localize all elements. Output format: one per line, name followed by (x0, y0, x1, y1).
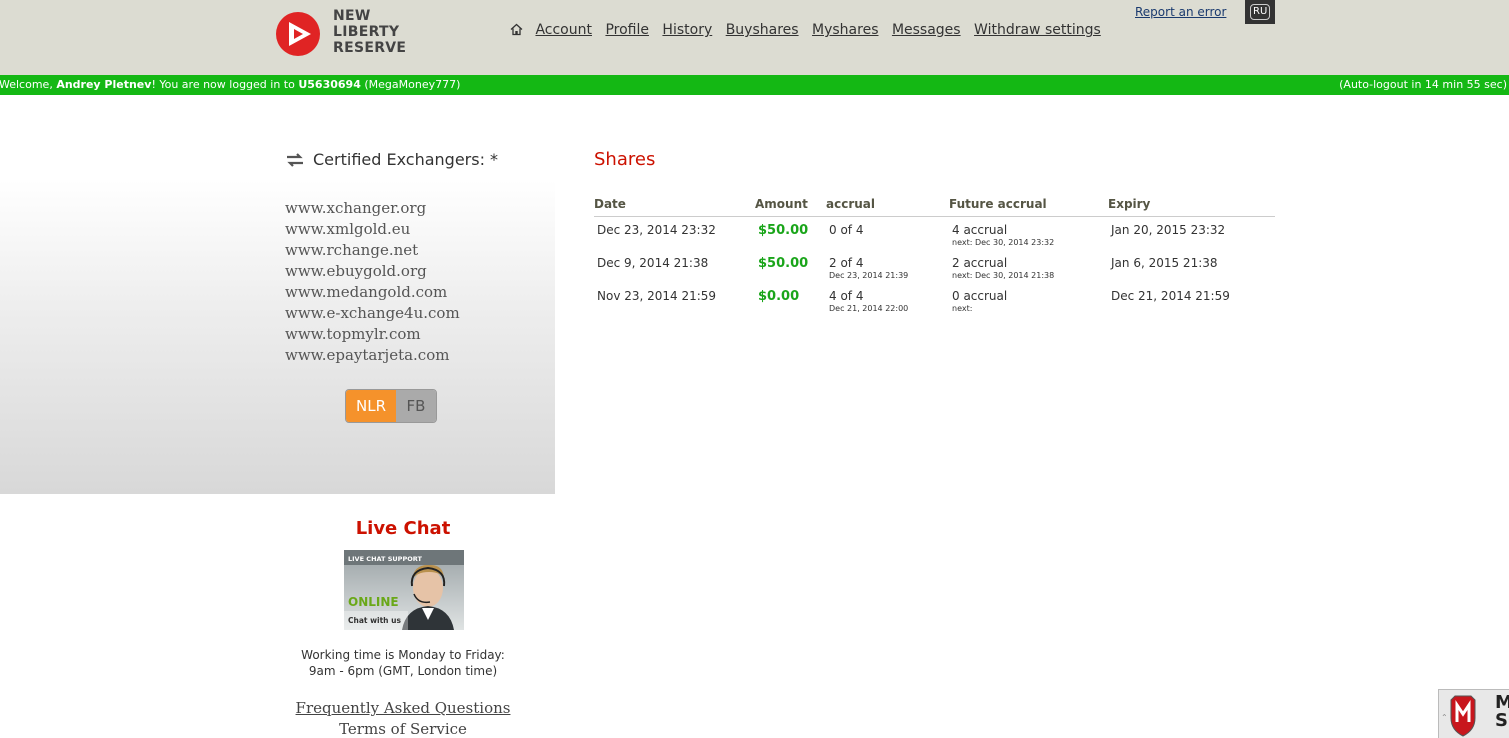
shares-table: Date Amount accrual Future accrual Expir… (594, 194, 1275, 316)
report-error-link[interactable]: Report an error (1135, 5, 1226, 19)
exchange-arrows-icon (285, 152, 305, 172)
cell-accrual: 4 of 4 Dec 21, 2014 22:00 (826, 283, 949, 316)
exchangers-panel (0, 180, 555, 494)
shares-title: Shares (594, 149, 656, 170)
col-amount: Amount (755, 194, 826, 217)
auto-logout-timer: (Auto-logout in 14 min 55 sec) (1339, 78, 1507, 91)
cell-expiry: Jan 6, 2015 21:38 (1111, 256, 1218, 270)
status-bar: Welcome, Andrey Pletnev! You are now log… (0, 75, 1509, 95)
exchanger-link[interactable]: www.xchanger.org (285, 198, 460, 219)
shield-icon: ⌃ (1441, 695, 1476, 737)
welcome-message: Welcome, Andrey Pletnev! You are now log… (0, 75, 460, 95)
user-name: Andrey Pletnev (56, 78, 152, 91)
cell-date: Nov 23, 2014 21:59 (597, 289, 717, 303)
badge-letters: MSE (1495, 692, 1509, 731)
chat-banner-top-text: LIVE CHAT SUPPORT (348, 555, 422, 563)
logo-text: NEW LIBERTY RESERVE (333, 8, 406, 56)
cell-expiry: Dec 21, 2014 21:59 (1111, 289, 1230, 303)
main-nav: Account Profile History Buyshares Myshar… (510, 22, 1110, 40)
chat-banner-bottom-text: Chat with us (348, 616, 401, 625)
language-switch[interactable]: RU (1245, 0, 1275, 24)
home-icon[interactable] (510, 23, 523, 40)
table-row: Nov 23, 2014 21:59 $0.00 4 of 4 Dec 21, 2… (594, 283, 1275, 316)
faq-container: Frequently Asked Questions (0, 699, 806, 717)
logo-line-2: LIBERTY (333, 24, 400, 40)
future-accrual-value: 4 accrual (952, 223, 1008, 237)
cell-future-accrual: 4 accrual next: Dec 30, 2014 23:32 (949, 217, 1108, 251)
table-row: Dec 23, 2014 23:32 $50.00 0 of 4 4 accru… (594, 217, 1275, 251)
terms-of-service-link[interactable]: Terms of Service (0, 720, 806, 738)
cell-future-accrual: 2 accrual next: Dec 30, 2014 21:38 (949, 250, 1108, 283)
working-time: Working time is Monday to Friday: 9am - … (0, 647, 806, 679)
nav-history[interactable]: History (662, 22, 712, 38)
exchanger-link[interactable]: www.topmylr.com (285, 324, 460, 345)
logo-line-3: RESERVE (333, 40, 407, 56)
exchanger-link[interactable]: www.rchange.net (285, 240, 460, 261)
cell-date: Dec 23, 2014 23:32 (597, 223, 716, 237)
future-accrual-next: next: Dec 30, 2014 21:38 (952, 271, 1055, 280)
future-accrual-next: next: (952, 304, 973, 313)
working-time-line-1: Working time is Monday to Friday: (301, 648, 505, 662)
exchanger-link[interactable]: www.xmlgold.eu (285, 219, 460, 240)
toggle-nlr-button[interactable]: NLR (346, 390, 396, 422)
nav-profile[interactable]: Profile (605, 22, 649, 38)
exchanger-link[interactable]: www.epaytarjeta.com (285, 345, 460, 366)
nav-buyshares[interactable]: Buyshares (726, 22, 799, 38)
certified-exchangers-title: Certified Exchangers: * (313, 150, 499, 169)
exchanger-link[interactable]: www.medangold.com (285, 282, 460, 303)
nav-account[interactable]: Account (535, 22, 592, 38)
col-date: Date (594, 194, 755, 217)
logo-icon (276, 12, 320, 56)
cell-expiry: Jan 20, 2015 23:32 (1111, 223, 1226, 237)
col-accrual: accrual (826, 194, 949, 217)
language-label: RU (1250, 4, 1271, 20)
exchanger-link[interactable]: www.e-xchange4u.com (285, 303, 460, 324)
account-alias: (MegaMoney777) (360, 78, 461, 91)
header: NEW LIBERTY RESERVE Account Profile Hist… (0, 0, 1509, 75)
future-accrual-next: next: Dec 30, 2014 23:32 (952, 238, 1055, 247)
live-chat-title: Live Chat (355, 518, 451, 539)
cell-amount: $0.00 (758, 289, 800, 304)
nav-withdraw-settings[interactable]: Withdraw settings (974, 22, 1101, 38)
exchanger-link[interactable]: www.ebuygold.org (285, 261, 460, 282)
future-accrual-value: 0 accrual (952, 289, 1008, 303)
logo[interactable]: NEW LIBERTY RESERVE (275, 8, 406, 60)
working-time-line-2: 9am - 6pm (GMT, London time) (308, 664, 498, 678)
security-badge[interactable]: ⌃ MSE (1438, 689, 1509, 738)
table-row: Dec 9, 2014 21:38 $50.00 2 of 4 Dec 23, 2… (594, 250, 1275, 283)
logo-line-1: NEW (333, 8, 371, 24)
svg-text:⌃: ⌃ (1441, 713, 1448, 722)
welcome-prefix: Welcome, (0, 78, 57, 91)
future-accrual-value: 2 accrual (952, 256, 1008, 270)
cell-accrual: 0 of 4 (826, 217, 949, 251)
account-id: U5630694 (298, 78, 361, 91)
toggle-fb-button[interactable]: FB (396, 390, 436, 422)
currency-toggle: NLR FB (345, 389, 437, 423)
certified-exchangers-heading: Certified Exchangers: * (285, 150, 498, 172)
accrual-date: Dec 23, 2014 21:39 (829, 271, 909, 280)
col-expiry: Expiry (1108, 194, 1275, 217)
exchangers-list: www.xchanger.org www.xmlgold.eu www.rcha… (285, 198, 460, 366)
nav-messages[interactable]: Messages (892, 22, 961, 38)
chat-banner-online-text: ONLINE (348, 595, 399, 609)
cell-accrual: 2 of 4 Dec 23, 2014 21:39 (826, 250, 949, 283)
live-chat-banner[interactable]: LIVE CHAT SUPPORT ONLINE Chat with us (344, 550, 464, 630)
table-header-row: Date Amount accrual Future accrual Expir… (594, 194, 1275, 217)
faq-link[interactable]: Frequently Asked Questions (296, 699, 511, 717)
cell-amount: $50.00 (758, 223, 809, 238)
cell-future-accrual: 0 accrual next: (949, 283, 1108, 316)
accrual-value: 2 of 4 (829, 256, 864, 270)
col-future-accrual: Future accrual (949, 194, 1108, 217)
cell-amount: $50.00 (758, 256, 809, 271)
logged-text: ! You are now logged in to (151, 78, 299, 91)
accrual-date: Dec 21, 2014 22:00 (829, 304, 909, 313)
accrual-value: 4 of 4 (829, 289, 864, 303)
nav-myshares[interactable]: Myshares (812, 22, 878, 38)
cell-date: Dec 9, 2014 21:38 (597, 256, 709, 270)
accrual-value: 0 of 4 (829, 223, 864, 237)
